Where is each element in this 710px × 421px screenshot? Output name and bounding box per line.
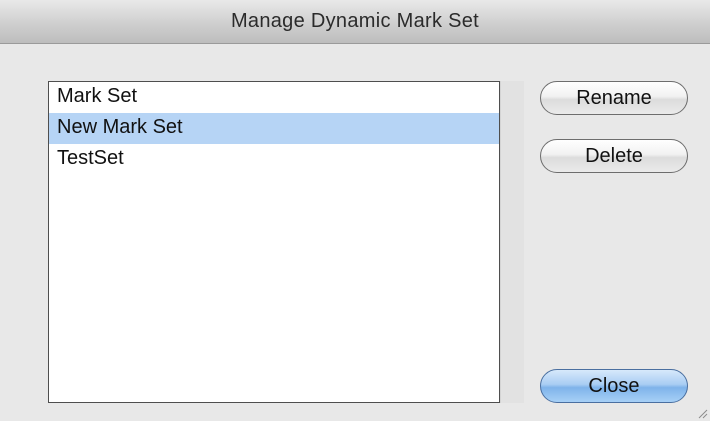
- window-title: Manage Dynamic Mark Set: [230, 10, 480, 32]
- list-item-testset[interactable]: TestSet: [49, 144, 499, 175]
- list-item-mark-set[interactable]: Mark Set: [49, 82, 499, 113]
- manage-dynamic-mark-set-dialog: Manage Dynamic Mark Set Mark Set New Mar…: [0, 0, 710, 421]
- mark-set-list[interactable]: Mark Set New Mark Set TestSet: [48, 81, 500, 403]
- close-button[interactable]: Close: [540, 369, 688, 403]
- delete-button[interactable]: Delete: [540, 139, 688, 173]
- rename-button[interactable]: Rename: [540, 81, 688, 115]
- list-scrollbar-track[interactable]: [500, 81, 524, 403]
- title-bar[interactable]: Manage Dynamic Mark Set: [0, 0, 710, 44]
- list-item-new-mark-set[interactable]: New Mark Set: [49, 113, 499, 144]
- resize-grip-icon[interactable]: [696, 407, 708, 419]
